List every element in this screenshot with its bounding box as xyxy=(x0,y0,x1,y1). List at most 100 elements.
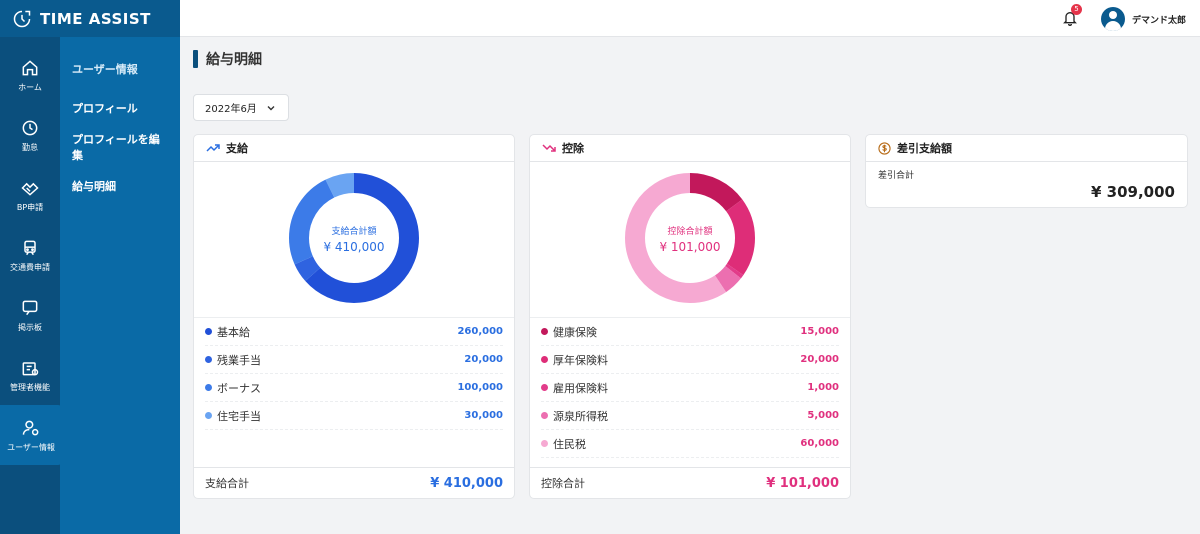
item-amount: 15,000 xyxy=(800,326,839,337)
legend-dot xyxy=(205,384,212,391)
rail-item-3[interactable]: 交通費申請 xyxy=(0,225,60,285)
rail-item-label: 管理者機能 xyxy=(10,382,50,392)
title-accent-bar xyxy=(193,50,198,68)
payments-card-header: 支給 xyxy=(194,135,514,162)
user-menu[interactable]: デマンド太郎 xyxy=(1100,7,1186,31)
item-amount: 20,000 xyxy=(800,354,839,365)
payments-row: 基本給 260,000 xyxy=(205,318,503,346)
trend-up-icon xyxy=(206,144,220,152)
submenu-item-payslip[interactable]: 給与明細 xyxy=(60,166,180,205)
item-amount: 30,000 xyxy=(464,410,503,421)
deductions-title: 控除 xyxy=(562,142,584,155)
payments-total: 支給合計 ¥ 410,000 xyxy=(194,467,514,498)
deductions-card: 控除 控除合計額 ¥ 101,000 健康保険 15,000 厚年保険料 20,000… xyxy=(529,134,851,499)
legend-dot xyxy=(541,356,548,363)
deductions-donut: 控除合計額 ¥ 101,000 xyxy=(530,162,850,318)
rail-item-5[interactable]: 管理者機能 xyxy=(0,345,60,405)
net-pay-card-header: 差引支給額 xyxy=(866,135,1187,162)
deductions-total-label: 控除合計 xyxy=(541,477,585,490)
deductions-row: 健康保険 15,000 xyxy=(541,318,839,346)
rail-item-0[interactable]: ホーム xyxy=(0,45,60,105)
rail-item-label: BP申請 xyxy=(16,202,44,212)
payments-total-value: ¥ 410,000 xyxy=(430,475,503,491)
deductions-total-value: ¥ 101,000 xyxy=(766,475,839,491)
deductions-card-header: 控除 xyxy=(530,135,850,162)
clock-icon xyxy=(22,120,38,135)
rail-item-6[interactable]: ユーザー情報 xyxy=(0,405,62,465)
rail-item-label: 交通費申請 xyxy=(10,262,50,272)
deductions-center-label: 控除合計額 xyxy=(667,227,713,237)
item-amount: 5,000 xyxy=(807,410,839,421)
message-icon xyxy=(22,300,38,315)
payments-card: 支給 支給合計額 ¥ 410,000 基本給 260,000 残業手当 20,000 ボ… xyxy=(193,134,515,499)
page-title: 給与明細 xyxy=(193,50,262,68)
month-select[interactable]: 2022年6月 xyxy=(193,94,289,121)
net-pay-title: 差引支給額 xyxy=(897,142,952,155)
admin-icon xyxy=(22,361,39,375)
home-icon xyxy=(22,59,38,75)
item-name: 基本給 xyxy=(217,325,250,339)
rail-item-label: ユーザー情報 xyxy=(7,442,55,452)
deductions-row: 雇用保険料 1,000 xyxy=(541,374,839,402)
deductions-row: 住民税 60,000 xyxy=(541,430,839,458)
rail-item-2[interactable]: BP申請 xyxy=(0,165,60,225)
legend-dot xyxy=(205,412,212,419)
submenu-header[interactable]: ユーザー情報 xyxy=(60,49,180,88)
logo-icon xyxy=(13,10,31,27)
user-name: デマンド太郎 xyxy=(1131,15,1186,26)
legend-dot xyxy=(205,328,212,335)
item-amount: 100,000 xyxy=(457,382,503,393)
rail-item-4[interactable]: 掲示板 xyxy=(0,285,60,345)
item-name: 住宅手当 xyxy=(217,409,261,423)
deductions-center-value: ¥ 101,000 xyxy=(659,240,721,254)
item-name: 雇用保険料 xyxy=(553,381,608,395)
item-name: 残業手当 xyxy=(217,353,261,367)
deductions-list: 健康保険 15,000 厚年保険料 20,000 雇用保険料 1,000 源泉所得税 5,00… xyxy=(530,318,850,458)
item-amount: 20,000 xyxy=(464,354,503,365)
app-brand[interactable]: TIME ASSIST xyxy=(0,0,180,37)
avatar xyxy=(1100,7,1125,31)
net-pay-card: 差引支給額 差引合計 ¥ 309,000 xyxy=(865,134,1188,208)
rail-item-label: 掲示板 xyxy=(18,322,42,332)
submenu-item-edit-profile[interactable]: プロフィールを編集 xyxy=(60,127,180,166)
chevron-down-icon xyxy=(267,106,275,111)
rail-item-label: ホーム xyxy=(18,82,42,92)
notification-badge: 5 xyxy=(1071,4,1082,15)
payments-donut: 支給合計額 ¥ 410,000 xyxy=(194,162,514,318)
deductions-total: 控除合計 ¥ 101,000 xyxy=(530,467,850,498)
payments-list: 基本給 260,000 残業手当 20,000 ボーナス 100,000 住宅手当 30,00… xyxy=(194,318,514,430)
payments-row: ボーナス 100,000 xyxy=(205,374,503,402)
trend-down-icon xyxy=(542,144,556,152)
handshake-icon xyxy=(21,182,39,196)
train-icon xyxy=(24,240,36,255)
item-name: ボーナス xyxy=(217,381,261,395)
item-amount: 1,000 xyxy=(807,382,839,393)
submenu: ユーザー情報 プロフィール プロフィールを編集 給与明細 xyxy=(60,37,180,534)
deductions-row: 源泉所得税 5,000 xyxy=(541,402,839,430)
item-name: 厚年保険料 xyxy=(553,353,608,367)
legend-dot xyxy=(541,328,548,335)
user-gear-icon xyxy=(22,420,39,435)
topbar: 5 デマンド太郎 xyxy=(180,0,1200,37)
payments-center-value: ¥ 410,000 xyxy=(323,240,385,254)
rail-item-label: 勤怠 xyxy=(22,142,38,152)
payments-title: 支給 xyxy=(226,142,248,155)
payments-row: 住宅手当 30,000 xyxy=(205,402,503,430)
brand-name: TIME ASSIST xyxy=(40,9,151,28)
net-pay-label: 差引合計 xyxy=(878,171,915,181)
item-name: 健康保険 xyxy=(553,325,597,339)
legend-dot xyxy=(541,440,548,447)
month-select-value: 2022年6月 xyxy=(205,104,257,115)
item-name: 源泉所得税 xyxy=(553,409,608,423)
item-amount: 260,000 xyxy=(457,326,503,337)
payments-total-label: 支給合計 xyxy=(205,477,249,490)
payments-row: 残業手当 20,000 xyxy=(205,346,503,374)
dollar-coin-icon xyxy=(878,141,891,155)
legend-dot xyxy=(541,384,548,391)
legend-dot xyxy=(205,356,212,363)
net-pay-value: ¥ 309,000 xyxy=(1091,183,1175,201)
item-amount: 60,000 xyxy=(800,438,839,449)
submenu-item-profile[interactable]: プロフィール xyxy=(60,88,180,127)
rail-item-1[interactable]: 勤怠 xyxy=(0,105,60,165)
legend-dot xyxy=(541,412,548,419)
